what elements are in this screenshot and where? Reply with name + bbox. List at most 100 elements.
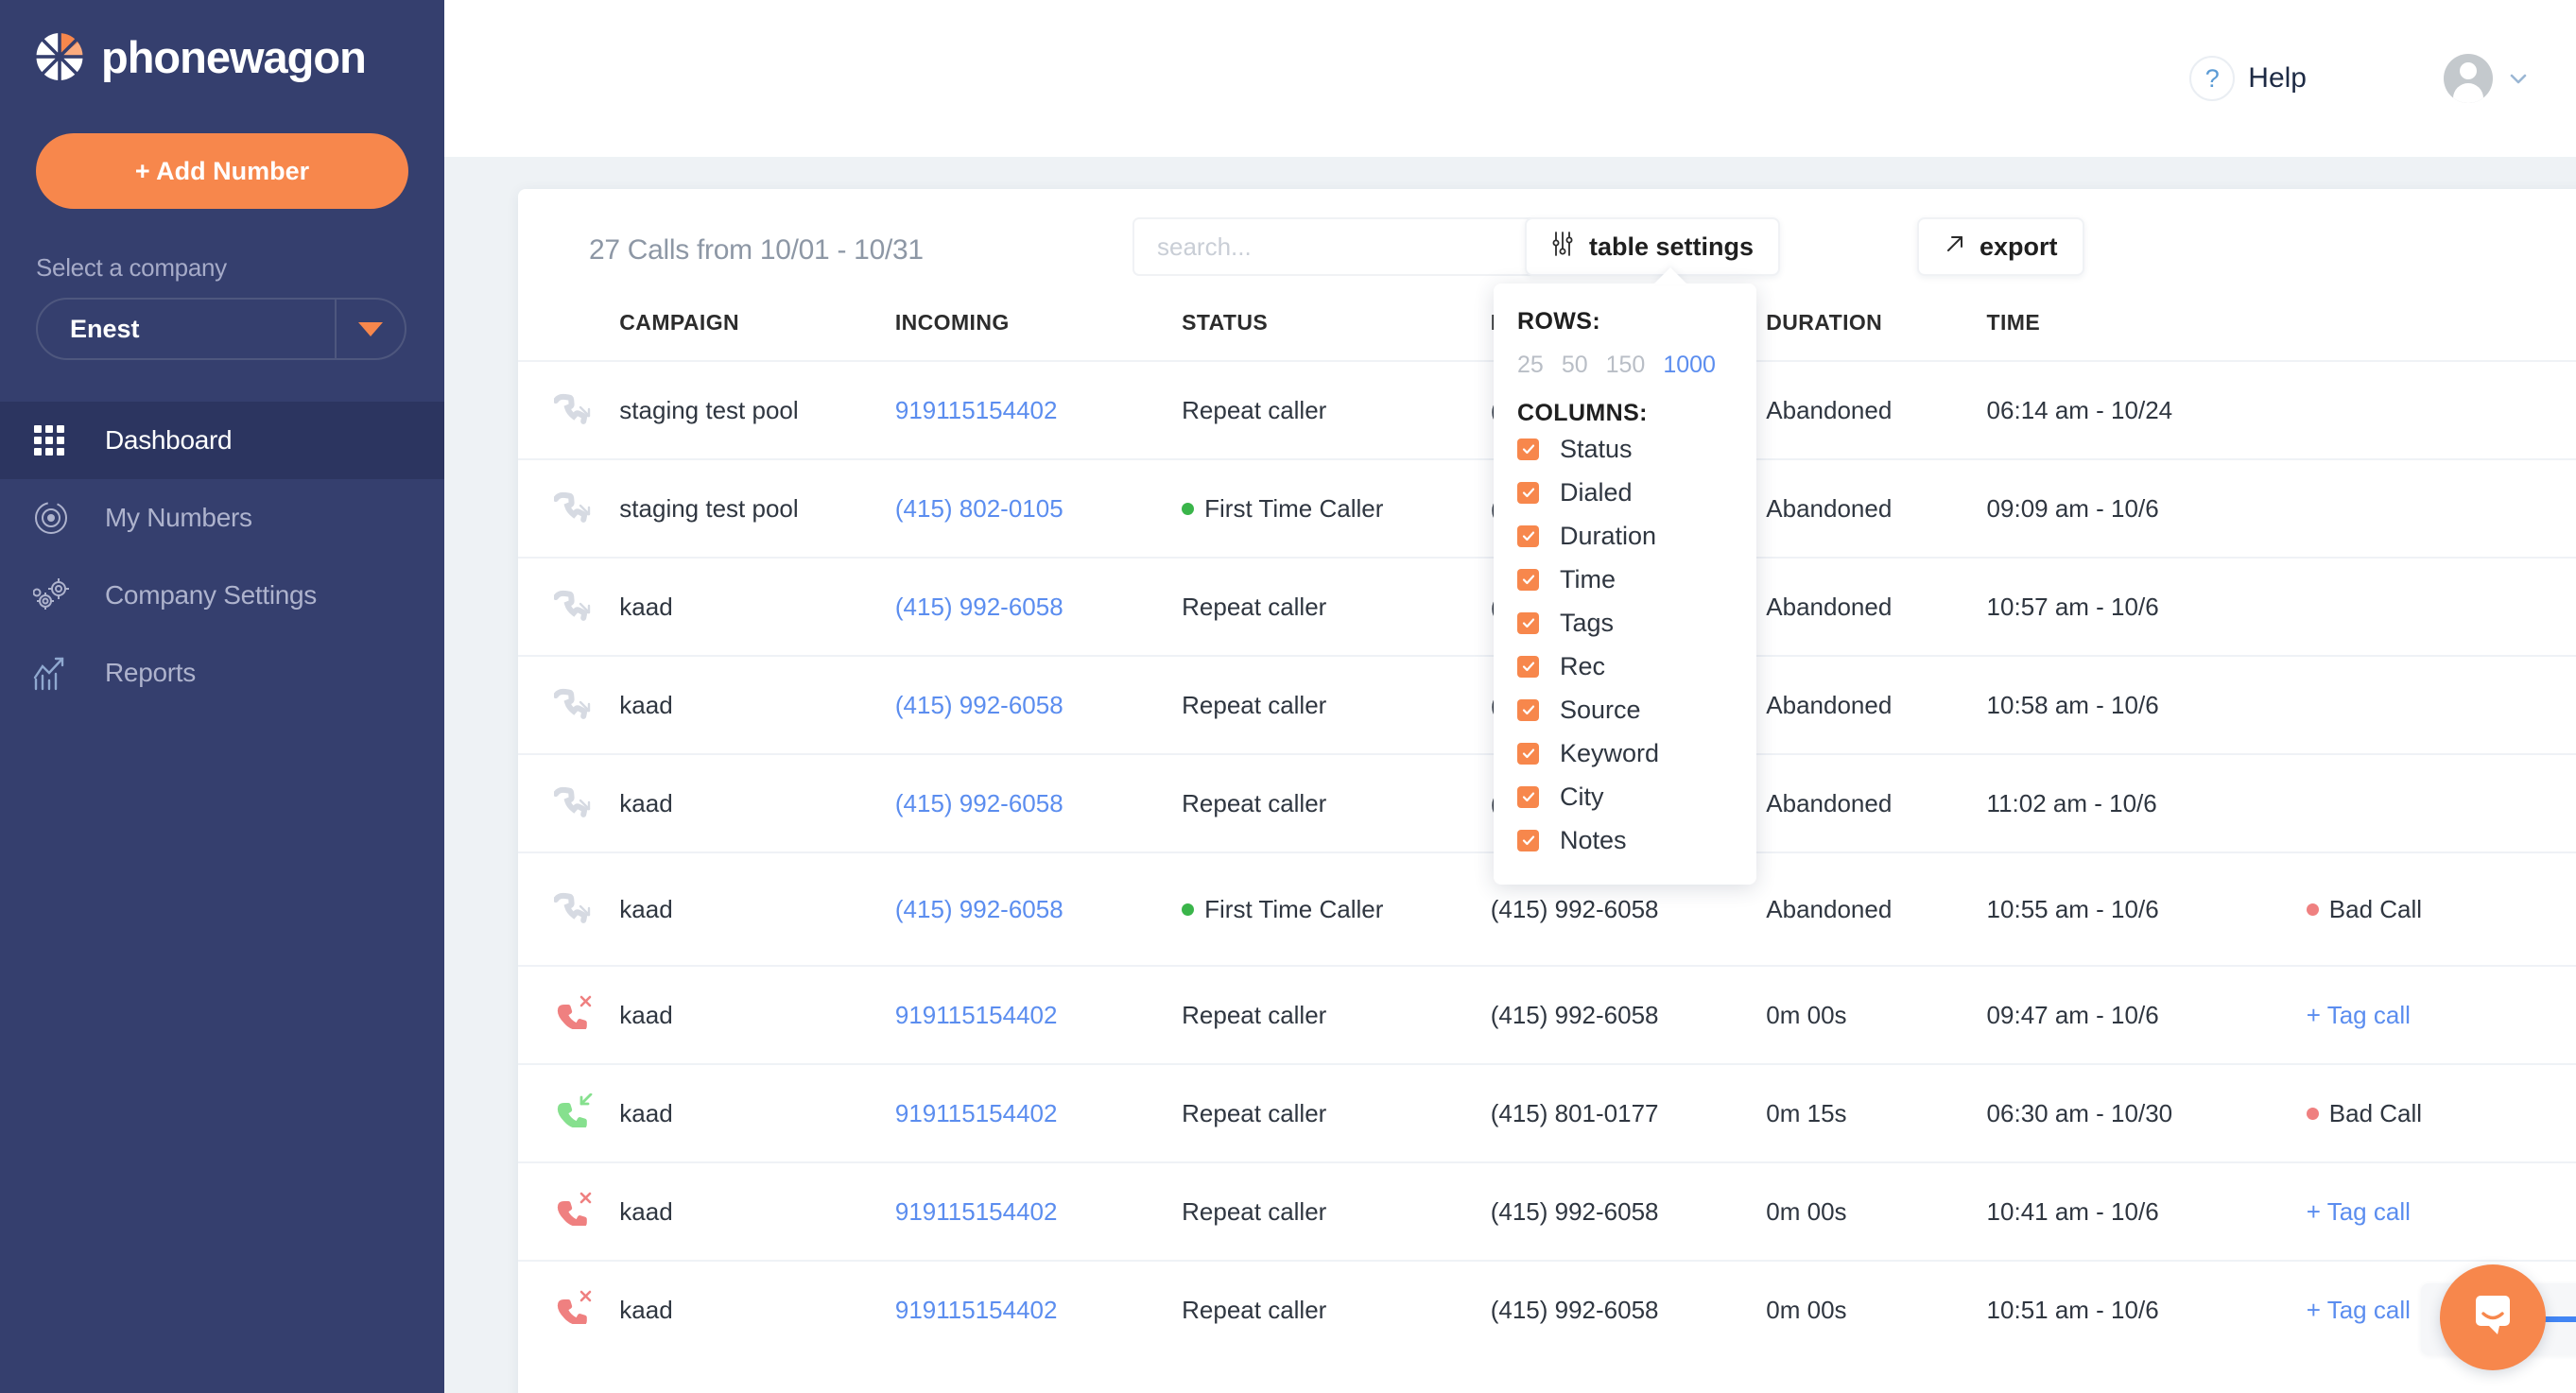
tags-cell-text[interactable]: + Tag call xyxy=(2307,1001,2411,1029)
add-number-button[interactable]: + Add Number xyxy=(36,133,408,209)
incoming-cell[interactable]: (415) 992-6058 xyxy=(895,852,1182,966)
column-toggle-notes[interactable]: Notes xyxy=(1494,818,1756,862)
status-cell-text: Repeat caller xyxy=(1182,593,1326,621)
incoming-cell-text[interactable]: 919115154402 xyxy=(895,1001,1058,1029)
incoming-cell[interactable]: (415) 992-6058 xyxy=(895,754,1182,852)
status-cell-text: Repeat caller xyxy=(1182,396,1326,424)
sidebar-item-my-numbers[interactable]: My Numbers xyxy=(0,479,444,557)
call-direction-cell xyxy=(518,1261,619,1359)
search-input[interactable] xyxy=(1132,217,1591,276)
checkbox-checked-icon[interactable] xyxy=(1517,482,1539,504)
company-select-value: Enest xyxy=(38,300,335,358)
incoming-cell-text[interactable]: (415) 802-0105 xyxy=(895,494,1063,523)
status-cell: Repeat caller xyxy=(1182,966,1491,1064)
col-header-time[interactable]: TIME xyxy=(1987,310,2307,361)
incoming-cell-text[interactable]: 919115154402 xyxy=(895,396,1058,424)
column-toggle-status[interactable]: Status xyxy=(1494,427,1756,471)
col-header-direction[interactable] xyxy=(518,310,619,361)
column-toggle-city[interactable]: City xyxy=(1494,775,1756,818)
table-row[interactable]: kaad919115154402Repeat caller(415) 992-6… xyxy=(518,1261,2576,1359)
incoming-cell[interactable]: 919115154402 xyxy=(895,1064,1182,1162)
col-header-campaign[interactable]: CAMPAIGN xyxy=(619,310,895,361)
campaign-cell-text: kaad xyxy=(619,1197,672,1226)
checkbox-checked-icon[interactable] xyxy=(1517,569,1539,591)
checkbox-checked-icon[interactable] xyxy=(1517,699,1539,721)
incoming-cell[interactable]: 919115154402 xyxy=(895,1162,1182,1261)
company-select[interactable]: Enest xyxy=(36,298,406,360)
incoming-cell-text[interactable]: (415) 992-6058 xyxy=(895,895,1063,923)
duration-cell: Abandoned xyxy=(1766,852,1986,966)
incoming-cell-text[interactable]: 919115154402 xyxy=(895,1296,1058,1324)
column-toggle-time[interactable]: Time xyxy=(1494,558,1756,601)
call-direction-cell xyxy=(518,1162,619,1261)
incoming-cell[interactable]: 919115154402 xyxy=(895,966,1182,1064)
col-header-tags[interactable] xyxy=(2307,310,2576,361)
incoming-cell-text[interactable]: (415) 992-6058 xyxy=(895,789,1063,817)
column-toggle-label: Source xyxy=(1560,696,1641,725)
incoming-cell-text[interactable]: 919115154402 xyxy=(895,1099,1058,1127)
sidebar-item-dashboard[interactable]: Dashboard xyxy=(0,402,444,479)
tags-cell xyxy=(2307,361,2576,459)
campaign-cell: kaad xyxy=(619,754,895,852)
tags-cell-text[interactable]: + Tag call xyxy=(2307,1296,2411,1324)
columns-options: StatusDialedDurationTimeTagsRec Source Key… xyxy=(1494,427,1756,862)
checkbox-checked-icon[interactable] xyxy=(1517,612,1539,634)
company-select-arrow[interactable] xyxy=(335,300,405,358)
incoming-cell[interactable]: (415) 992-6058 xyxy=(895,558,1182,656)
campaign-cell-text: kaad xyxy=(619,1001,672,1029)
campaign-cell: kaad xyxy=(619,852,895,966)
incoming-cell-text[interactable]: (415) 992-6058 xyxy=(895,691,1063,719)
sliders-icon xyxy=(1551,232,1574,263)
sidebar-item-company-settings[interactable]: Company Settings xyxy=(0,557,444,634)
table-row[interactable]: kaad919115154402Repeat caller(415) 801-0… xyxy=(518,1064,2576,1162)
checkbox-checked-icon[interactable] xyxy=(1517,743,1539,765)
checkbox-checked-icon[interactable] xyxy=(1517,786,1539,808)
rows-option-25[interactable]: 25 xyxy=(1517,352,1544,379)
rows-option-50[interactable]: 50 xyxy=(1562,352,1588,379)
col-header-incoming[interactable]: INCOMING xyxy=(895,310,1182,361)
duration-cell: Abandoned xyxy=(1766,656,1986,754)
status-cell: Repeat caller xyxy=(1182,754,1491,852)
table-row[interactable]: kaad919115154402Repeat caller(415) 992-6… xyxy=(518,966,2576,1064)
duration-cell-text: 0m 00s xyxy=(1766,1001,1846,1029)
intercom-launcher[interactable] xyxy=(2440,1264,2546,1370)
checkbox-checked-icon[interactable] xyxy=(1517,525,1539,547)
missed-call-gray-icon xyxy=(554,500,596,528)
tags-cell: Bad Call xyxy=(2307,1064,2576,1162)
column-toggle-tags[interactable]: Tags xyxy=(1494,601,1756,645)
incoming-cell[interactable]: (415) 802-0105 xyxy=(895,459,1182,558)
help-button[interactable]: ? Help xyxy=(2189,56,2307,101)
column-toggle-keyword[interactable]: Keyword xyxy=(1494,731,1756,775)
col-header-duration[interactable]: DURATION xyxy=(1766,310,1986,361)
duration-cell: 0m 00s xyxy=(1766,1261,1986,1359)
status-cell: Repeat caller xyxy=(1182,361,1491,459)
incoming-cell[interactable]: 919115154402 xyxy=(895,1261,1182,1359)
tags-cell[interactable]: + Tag call xyxy=(2307,966,2576,1064)
brand-logo[interactable]: phonewagon xyxy=(0,0,444,82)
incoming-cell[interactable]: (415) 992-6058 xyxy=(895,656,1182,754)
column-toggle-source[interactable]: Source xyxy=(1494,688,1756,731)
table-row[interactable]: kaad919115154402Repeat caller(415) 992-6… xyxy=(518,1162,2576,1261)
incoming-cell-text[interactable]: 919115154402 xyxy=(895,1197,1058,1226)
col-header-status[interactable]: STATUS xyxy=(1182,310,1491,361)
dialed-cell: (415) 992-6058 xyxy=(1491,1162,1767,1261)
tags-cell-text[interactable]: + Tag call xyxy=(2307,1197,2411,1226)
column-toggle-duration[interactable]: Duration xyxy=(1494,514,1756,558)
checkbox-checked-icon[interactable] xyxy=(1517,439,1539,460)
tags-cell[interactable]: + Tag call xyxy=(2307,1162,2576,1261)
rows-option-150[interactable]: 150 xyxy=(1606,352,1646,379)
checkbox-checked-icon[interactable] xyxy=(1517,656,1539,678)
incoming-cell[interactable]: 919115154402 xyxy=(895,361,1182,459)
incoming-cell-text[interactable]: (415) 992-6058 xyxy=(895,593,1063,621)
export-button[interactable]: export xyxy=(1917,217,2084,276)
checkbox-checked-icon[interactable] xyxy=(1517,830,1539,851)
duration-cell-text: 0m 15s xyxy=(1766,1099,1846,1127)
profile-menu[interactable] xyxy=(2444,54,2529,103)
column-toggle-rec[interactable]: Rec xyxy=(1494,645,1756,688)
rows-option-1000[interactable]: 1000 xyxy=(1663,352,1716,379)
sidebar-item-reports[interactable]: Reports xyxy=(0,634,444,712)
column-toggle-dialed[interactable]: Dialed xyxy=(1494,471,1756,514)
grid-icon xyxy=(33,424,86,456)
user-avatar-icon xyxy=(2444,54,2493,103)
time-cell-text: 10:51 am - 10/6 xyxy=(1987,1296,2159,1324)
